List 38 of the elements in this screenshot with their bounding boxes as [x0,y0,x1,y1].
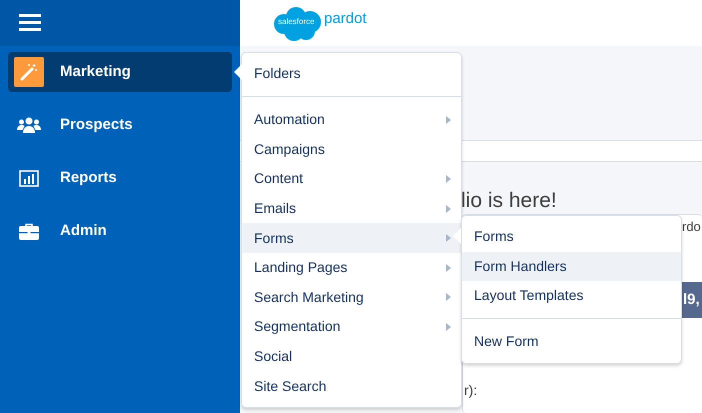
sidebar-item[interactable]: Admin [8,211,232,251]
menu-item[interactable]: Layout Templates [462,281,681,320]
menu-icon[interactable] [19,14,41,32]
people-icon [17,116,41,134]
chevron-right-icon [446,234,451,242]
sidebar-item[interactable]: Marketing [8,52,232,92]
chevron-right-icon [446,264,451,272]
chevron-right-icon [446,204,451,213]
menu-item[interactable]: Content [242,164,461,194]
cloud-logo [272,5,322,41]
page-heading: lio is here! [461,188,557,214]
chevron-right-icon [446,174,451,183]
menu-item[interactable]: Form Handlers [462,252,681,282]
menu-item[interactable]: Segmentation [242,312,461,342]
logo-badge-text: salesforce [278,16,314,28]
menu-item[interactable]: Forms [462,222,681,252]
menu-item[interactable]: Social [242,342,461,372]
chevron-right-icon [446,293,451,302]
logo-text: pardot [324,8,367,29]
menu-item[interactable]: Forms [242,223,461,253]
briefcase-icon [19,222,39,240]
wand-icon [20,63,38,81]
menu-item[interactable]: Search Marketing [242,282,461,312]
chevron-right-icon [446,322,451,331]
menu-item[interactable]: Automation [242,105,461,135]
menu-item[interactable]: Campaigns [242,134,461,164]
bar-chart-icon [19,170,39,186]
menu-item[interactable]: Landing Pages [242,252,461,283]
chevron-right-icon [446,116,451,124]
description-text: rdo [682,218,702,236]
menu-item[interactable]: New Form [462,327,681,357]
sidebar-item[interactable]: Reports [8,158,232,198]
sidebar-item[interactable]: Prospects [8,105,232,145]
menu-item[interactable]: Site Search [242,371,461,401]
banner-text: l9, [681,282,702,318]
field-label: r): [464,381,478,400]
menu-item[interactable]: Folders [242,59,461,97]
menu-item[interactable]: Emails [242,194,461,224]
